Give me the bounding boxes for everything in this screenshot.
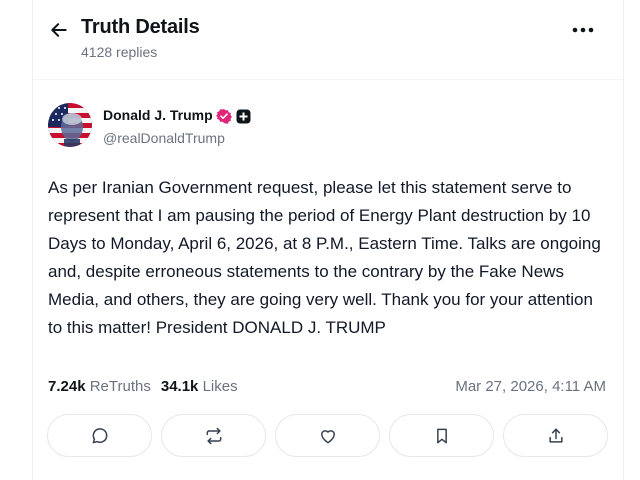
like-button[interactable] [275,414,380,457]
retruth-icon [206,427,221,444]
bookmark-icon [436,428,447,443]
reply-button[interactable] [47,414,152,457]
more-horizontal-icon [572,27,594,33]
back-button[interactable] [47,18,71,42]
retruths-stat[interactable]: 7.24k ReTruths [48,378,151,395]
retruths-label: ReTruths [89,378,151,395]
page-title: Truth Details [81,16,200,38]
likes-label: Likes [202,378,238,395]
reply-count: 4128 replies [81,44,158,60]
share-icon [548,428,563,443]
post-body: As per Iranian Government request, pleas… [48,178,601,337]
arrow-left-icon [51,23,67,37]
post-timestamp: Mar 27, 2026, 4:11 AM [455,378,606,395]
right-column-border [623,0,624,480]
author-handle[interactable]: @realDonaldTrump [103,130,225,146]
author-name[interactable]: Donald J. Trump [103,107,213,123]
likes-stat[interactable]: 34.1k Likes [161,378,238,395]
avatar[interactable] [48,103,92,147]
retruths-count: 7.24k [48,378,86,395]
more-options-button[interactable] [569,18,597,42]
share-button[interactable] [503,414,608,457]
reply-icon [92,427,107,443]
verified-badge-icon [216,108,232,124]
bookmark-button[interactable] [389,414,494,457]
plus-badge-icon [236,109,251,124]
post-stats: 7.24k ReTruths 34.1k Likes [48,378,238,395]
page-header: Truth Details 4128 replies [33,0,623,80]
like-icon [320,429,335,443]
action-bar [47,414,609,458]
likes-count: 34.1k [160,378,199,395]
retruth-button[interactable] [161,414,266,457]
